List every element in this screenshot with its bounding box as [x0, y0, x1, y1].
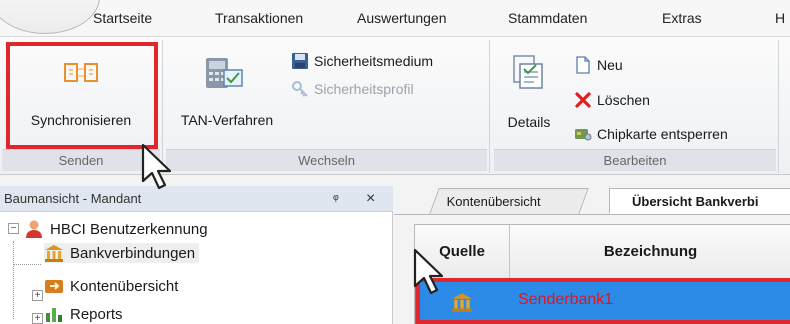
- tree-item-bankverbindungen[interactable]: Bankverbindungen: [44, 243, 200, 263]
- tree-item-label: Reports: [70, 305, 123, 323]
- floppy-disk-icon: [292, 53, 308, 69]
- group-label-bearbeiten: Bearbeiten: [494, 149, 776, 171]
- tree-guide-line: [13, 241, 14, 319]
- sicherheitsprofil-label: Sicherheitsprofil: [314, 81, 414, 97]
- menu-bar: Startseite Transaktionen Auswertungen St…: [0, 0, 790, 36]
- tan-device-icon: [206, 58, 243, 88]
- tree-guide-line: [13, 264, 41, 265]
- column-header-label: Bezeichnung: [603, 243, 698, 260]
- tree-item-reports[interactable]: Reports: [44, 304, 123, 324]
- tree-item-hbci-benutzerkennung[interactable]: HBCI Benutzerkennung: [24, 219, 208, 239]
- mouse-cursor-icon: [141, 143, 172, 190]
- loeschen-button[interactable]: Löschen: [574, 89, 650, 111]
- group-label-senden: Senden: [2, 149, 160, 171]
- tree-expander[interactable]: +: [32, 313, 43, 324]
- tan-verfahren-button[interactable]: TAN-Verfahren: [168, 44, 286, 144]
- tree-pane-title: Baumansicht - Mandant: [4, 191, 142, 206]
- tree-item-label: Kontenübersicht: [70, 277, 179, 295]
- tab-startseite[interactable]: Startseite: [93, 10, 152, 26]
- tab-extras[interactable]: Extras: [662, 10, 702, 26]
- pin-icon[interactable]: ᵠ: [333, 186, 339, 211]
- tree-item-label: HBCI Benutzerkennung: [50, 220, 208, 238]
- tree-pane: Baumansicht - Mandant ᵠ × − HBCI Benutze…: [0, 186, 393, 324]
- account-overview-icon: [45, 280, 63, 293]
- tan-verfahren-label: TAN-Verfahren: [180, 112, 274, 128]
- details-label: Details: [507, 114, 551, 130]
- tree-expander[interactable]: −: [8, 223, 19, 234]
- ribbon: Synchronisieren Senden TAN-Verfahren Sic…: [0, 36, 790, 175]
- user-icon: [26, 220, 42, 238]
- sicherheitsmedium-label: Sicherheitsmedium: [314, 53, 434, 69]
- details-icon: [513, 55, 543, 89]
- tab-transaktionen[interactable]: Transaktionen: [215, 10, 303, 26]
- mouse-cursor-icon: [413, 248, 444, 295]
- highlight-synchronize: [6, 42, 158, 149]
- column-header-bezeichnung[interactable]: Bezeichnung: [510, 225, 790, 279]
- neu-label: Neu: [597, 57, 623, 73]
- new-document-icon: [576, 56, 590, 74]
- tab-kontenuebersicht[interactable]: Kontenübersicht: [429, 188, 589, 214]
- tab-uebersicht-label: Übersicht Bankverbi: [632, 194, 759, 209]
- tab-h[interactable]: H: [775, 10, 785, 26]
- content-pane: Kontenübersicht Übersicht Bankverbi Quel…: [394, 186, 790, 324]
- ribbon-group-wechseln: TAN-Verfahren Sicherheitsmedium Sicherhe…: [164, 40, 490, 173]
- group-label-wechseln: Wechseln: [166, 149, 487, 171]
- tab-kontenuebersicht-label: Kontenübersicht: [446, 194, 541, 209]
- reports-icon: [46, 308, 62, 322]
- tree-item-kontenuebersicht[interactable]: Kontenübersicht: [44, 276, 178, 296]
- delete-icon: [575, 92, 591, 108]
- sicherheitsmedium-button[interactable]: Sicherheitsmedium: [291, 50, 433, 72]
- bank-icon: [45, 245, 63, 262]
- tree-item-label: Bankverbindungen: [70, 244, 196, 262]
- neu-button[interactable]: Neu: [574, 54, 623, 76]
- chipcard-icon: [575, 129, 592, 141]
- highlight-bank-row-bottom: [416, 320, 790, 324]
- highlight-bank-row: [416, 278, 790, 324]
- sicherheitsprofil-button[interactable]: Sicherheitsprofil: [291, 78, 414, 100]
- details-button[interactable]: Details: [500, 44, 558, 144]
- application-button[interactable]: [0, 0, 100, 34]
- chipkarte-entsperren-button[interactable]: Chipkarte entsperren: [574, 123, 728, 145]
- close-icon[interactable]: ×: [366, 186, 375, 211]
- tab-auswertungen[interactable]: Auswertungen: [357, 10, 447, 26]
- chipkarte-entsperren-label: Chipkarte entsperren: [597, 126, 728, 142]
- tab-stammdaten[interactable]: Stammdaten: [508, 10, 587, 26]
- tree-expander[interactable]: +: [32, 290, 43, 301]
- loeschen-label: Löschen: [597, 92, 650, 108]
- ribbon-group-bearbeiten: Details Neu Löschen Chipkarte entsperren…: [492, 40, 779, 173]
- tab-uebersicht-bankverbindungen[interactable]: Übersicht Bankverbi: [609, 188, 790, 214]
- key-icon: [292, 81, 308, 97]
